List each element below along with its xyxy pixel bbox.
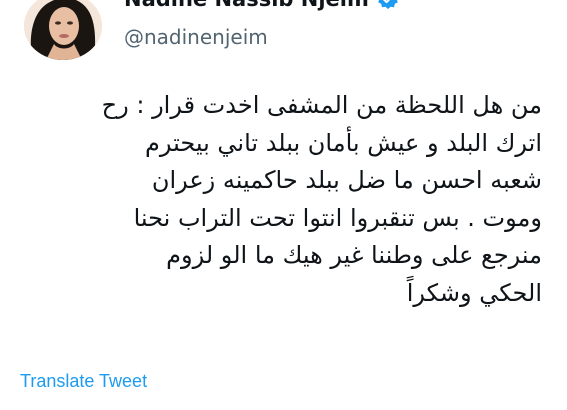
author-name-text[interactable]: Nadine Nassib Njeim [124,0,369,12]
tweet-line: اترك البلد و عيش بأمان ببلد تاني بيحترم [145,128,542,157]
tweet-line: منرجع على وطننا غير هيك ما الو لزوم [166,241,542,269]
tweet-line: من هل اللحظة من المشفى اخدت قرار : رح [101,91,542,119]
tweet-line: الحكي وشكراً [406,278,542,307]
author-display-name[interactable]: Nadine Nassib Njeim [124,0,399,12]
avatar-photo [24,0,102,60]
avatar[interactable] [24,0,102,60]
tweet-line: وموت . بس تنقبروا انتوا تحت التراب نحنا [133,203,542,232]
tweet-line: شعبه احسن ما ضل ببلد حاكمينه زعران [151,166,542,194]
author-handle[interactable]: @nadinenjeim [124,24,268,50]
tweet-text: من هل اللحظة من المشفى اخدت قرار : رح ات… [20,87,542,312]
tweet-header: Nadine Nassib Njeim @nadinenjeim [0,0,567,66]
translate-tweet-link[interactable]: Translate Tweet [20,370,147,392]
verified-badge-icon [377,0,399,10]
